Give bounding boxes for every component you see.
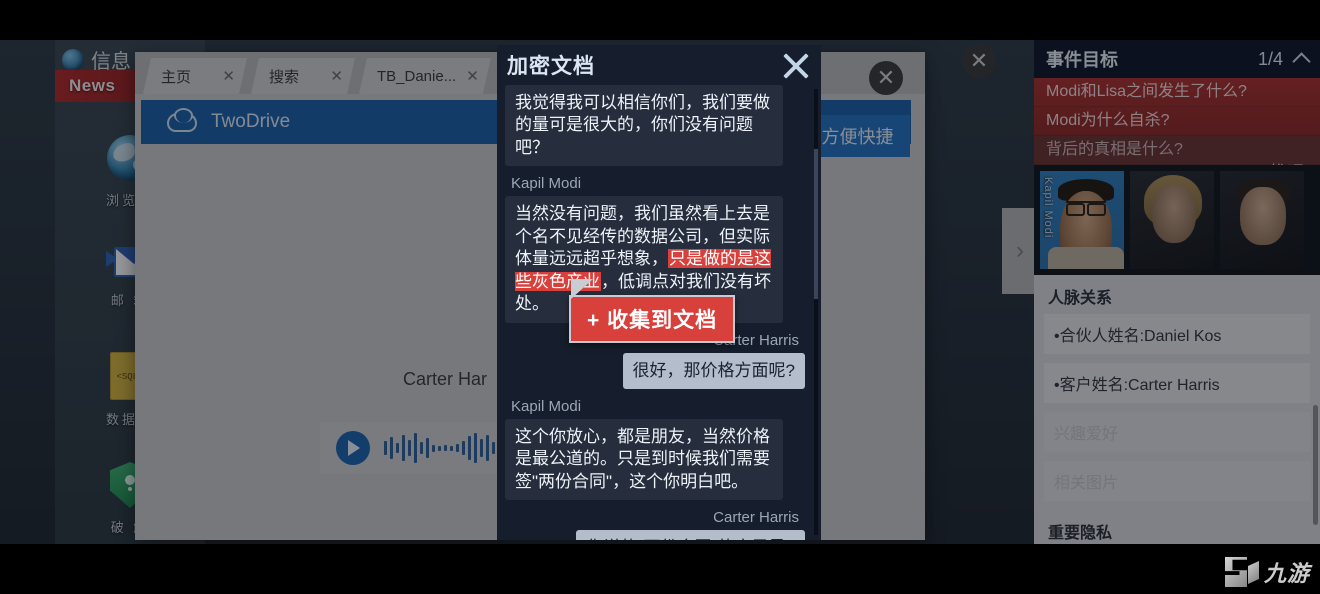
watermark: 九游 xyxy=(1225,556,1310,588)
jiuyou-logo-icon xyxy=(1225,557,1259,587)
watermark-text: 九游 xyxy=(1263,561,1310,586)
chat-sender: Kapil Modi xyxy=(511,397,582,415)
letterbox-top xyxy=(0,0,1320,40)
dialog-header: 加密文档 xyxy=(497,45,821,85)
letterbox-bottom xyxy=(0,544,1320,594)
chat-bubble[interactable]: 很好，那价格方面呢? xyxy=(622,352,805,389)
tooltip-pointer xyxy=(571,279,593,299)
dialog-scrollbar[interactable] xyxy=(814,89,818,535)
collect-button-label[interactable]: + 收集到文档 xyxy=(569,295,736,343)
chat-sender: Carter Harris xyxy=(713,509,799,527)
game-screen: 信息 News 浏览器 邮 箱 <SQL> 数据库 破 解 主页 ✕ 搜索 ✕ … xyxy=(0,0,1320,594)
close-icon[interactable] xyxy=(777,47,815,85)
chat-sender: Kapil Modi xyxy=(511,175,582,193)
chat-message: 我觉得我可以相信你们，我们要做的量可是很大的，你们没有问题吧？ xyxy=(505,85,805,167)
collect-to-document-tooltip[interactable]: + 收集到文档 xyxy=(569,279,736,343)
chat-bubble[interactable]: 我觉得我可以相信你们，我们要做的量可是很大的，你们没有问题吧？ xyxy=(505,85,783,167)
chat-message: Carter Harris 你说的"两份合同"的意思是? xyxy=(505,509,805,540)
chat-bubble[interactable]: 你说的"两份合同"的意思是? xyxy=(576,530,805,540)
chat-message: Kapil Modi 这个你放心，都是朋友，当然价格是最公道的。只是到时候我们需… xyxy=(505,397,805,501)
chat-bubble[interactable]: 这个你放心，都是朋友，当然价格是最公道的。只是到时候我们需要签"两份合同"，这个… xyxy=(505,418,783,501)
dialog-title: 加密文档 xyxy=(507,55,595,78)
encrypted-document-dialog: 加密文档 我觉得我可以相信你们，我们要做的量可是很大的，你们没有问题吧？ Kap… xyxy=(497,45,821,540)
